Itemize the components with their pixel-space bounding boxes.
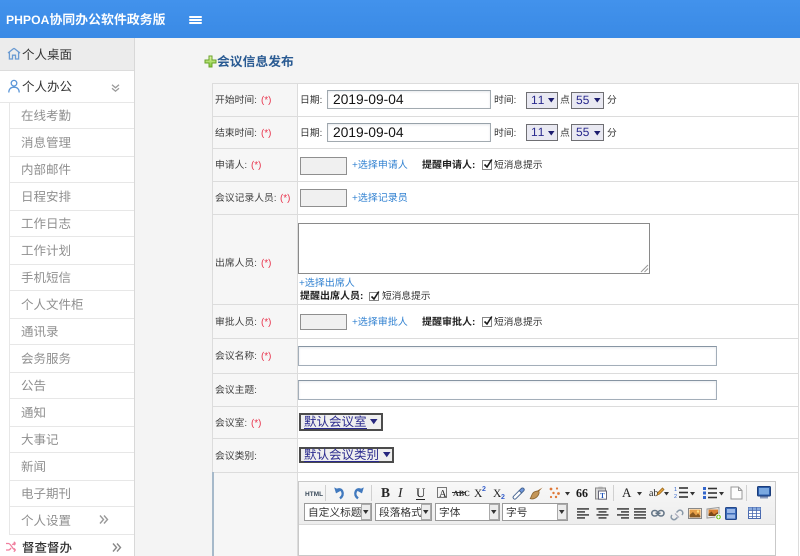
svg-text:T: T bbox=[600, 492, 605, 500]
svg-text:2: 2 bbox=[674, 494, 677, 500]
svg-text:1: 1 bbox=[674, 487, 677, 493]
